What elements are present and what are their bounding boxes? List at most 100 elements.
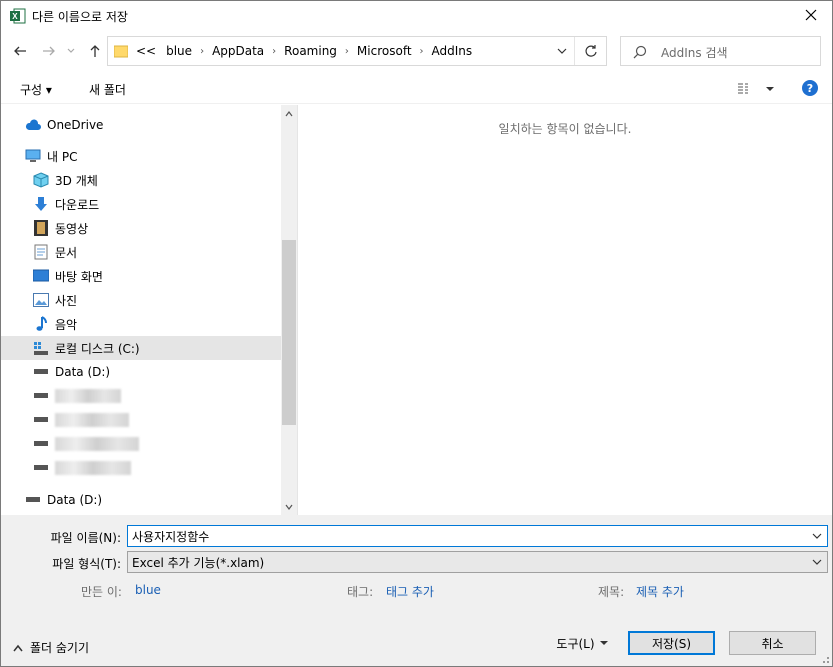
chevron-right-icon[interactable]: › [198,46,206,57]
help-button[interactable]: ? [802,80,818,96]
tree-item-redacted-drive[interactable] [33,456,131,480]
search-icon [633,45,647,59]
filename-input[interactable]: 사용자지정함수 [132,528,209,545]
tree-item-redacted-drive[interactable] [33,432,139,456]
tree-item-data-d[interactable]: Data (D:) [33,360,110,384]
tree-item-onedrive[interactable]: OneDrive [25,113,103,137]
desktop-icon [33,268,49,284]
chevron-down-icon[interactable] [812,531,822,541]
tree-item-data-d-network[interactable]: Data (D:) [25,488,102,512]
search-box[interactable]: AddIns 검색 [620,36,821,66]
chevron-right-icon[interactable]: › [418,46,426,57]
filetype-label: 파일 형식(T): [52,557,121,571]
cancel-button[interactable]: 취소 [729,631,816,655]
empty-message: 일치하는 항목이 없습니다. [498,122,632,136]
tree-item-videos[interactable]: 동영상 [33,216,88,240]
new-folder-button[interactable]: 새 폴더 [89,81,126,98]
music-note-icon [33,316,49,332]
address-bar[interactable]: << blue › AppData › Roaming › Microsoft … [107,36,607,66]
command-bar: 구성 ▾ 새 폴더 ? [1,73,832,104]
tree-item-downloads[interactable]: 다운로드 [33,192,99,216]
up-button[interactable] [85,40,105,62]
chevron-down-icon[interactable] [556,45,568,57]
excel-icon: X [10,8,26,24]
window-title: 다른 이름으로 저장 [32,10,128,24]
chevron-up-icon [13,644,23,651]
tree-item-label: OneDrive [47,118,104,132]
drive-icon [33,412,49,428]
tree-item-pictures[interactable]: 사진 [33,288,77,312]
computer-icon [25,148,41,164]
cube-icon [33,172,49,188]
scroll-down-button[interactable] [281,498,297,515]
folder-icon [114,45,128,58]
save-button[interactable]: 저장(S) [628,631,715,655]
tree-item-this-pc[interactable]: 내 PC [25,144,77,168]
tree-item-label: Data (D:) [55,365,111,379]
filetype-select[interactable]: Excel 추가 기능(*.xlam) [127,551,828,573]
search-input[interactable]: AddIns 검색 [661,44,728,61]
document-icon [33,244,49,260]
filename-label: 파일 이름(N): [50,531,121,545]
tree-item-label: Data (D:) [47,493,103,507]
redacted-label [55,413,129,427]
tree-item-label: 동영상 [55,221,89,236]
resize-grip-icon[interactable] [818,652,830,664]
cloud-icon [25,117,41,133]
tree-item-3d-objects[interactable]: 3D 개체 [33,168,98,192]
tree-item-local-disk-c[interactable]: 로컬 디스크 (C:) [1,336,281,360]
authors-label: 만든 이: [81,585,122,599]
tree-item-label: 문서 [55,245,78,260]
breadcrumb-microsoft[interactable]: Microsoft [351,44,418,58]
save-options-panel: 파일 이름(N): 사용자지정함수 파일 형식(T): Excel 추가 기능(… [1,515,832,666]
nav-scrollbar[interactable] [281,105,297,515]
chevron-right-icon[interactable]: › [270,46,278,57]
navigation-pane[interactable]: OneDrive 내 PC 3D 개체 다운로드 동영상 문서 바탕 화면 사진… [1,105,281,515]
breadcrumb-blue[interactable]: blue [160,44,198,58]
tree-item-label: 로컬 디스크 (C:) [55,341,140,356]
forward-button[interactable] [39,40,59,62]
chevron-down-icon [67,48,75,53]
authors-value[interactable]: blue [135,583,161,597]
hide-folders-button[interactable]: 폴더 숨기기 [13,639,89,656]
redacted-label [55,437,139,451]
drive-icon [33,460,49,476]
drive-icon [33,388,49,404]
tree-item-desktop[interactable]: 바탕 화면 [33,264,103,288]
close-icon[interactable] [800,4,822,26]
tree-item-music[interactable]: 음악 [33,312,77,336]
tools-button[interactable]: 도구(L) [545,631,619,655]
redacted-label [55,461,131,475]
back-button[interactable] [10,40,30,62]
title-add-link[interactable]: 제목 추가 [636,583,684,600]
filename-field[interactable]: 사용자지정함수 [127,525,828,547]
breadcrumb: << blue › AppData › Roaming › Microsoft … [132,37,478,65]
file-list-pane[interactable]: 일치하는 항목이 없습니다. [298,105,832,515]
view-options-button[interactable] [737,79,777,99]
hide-folders-label: 폴더 숨기기 [30,641,90,655]
organize-menu[interactable]: 구성 ▾ [20,81,52,98]
refresh-button[interactable] [574,37,606,65]
tags-add-link[interactable]: 태그 추가 [386,583,434,600]
tree-item-redacted-drive[interactable] [33,408,129,432]
breadcrumb-addins[interactable]: AddIns [426,44,479,58]
download-arrow-icon [33,196,49,212]
breadcrumb-appdata[interactable]: AppData [206,44,270,58]
tree-item-label: 사진 [55,293,78,308]
title-label: 제목: [598,585,625,599]
forward-arrow-icon [43,46,55,56]
tree-item-redacted-drive[interactable] [33,384,121,408]
scroll-thumb[interactable] [282,240,296,425]
chevron-down-icon[interactable] [812,557,822,567]
breadcrumb-overflow[interactable]: << [132,44,160,58]
picture-icon [33,292,49,308]
tree-item-documents[interactable]: 문서 [33,240,77,264]
breadcrumb-roaming[interactable]: Roaming [278,44,343,58]
svg-text:X: X [12,12,18,21]
film-icon [33,220,49,236]
scroll-up-button[interactable] [281,105,297,122]
chevron-up-icon [285,110,293,116]
recent-locations-button[interactable] [64,40,78,62]
cancel-label: 취소 [761,636,784,651]
chevron-right-icon[interactable]: › [343,46,351,57]
